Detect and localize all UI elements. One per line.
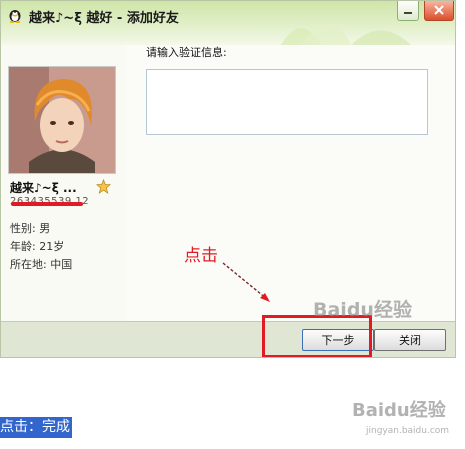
- title-bar: 越来♪~ξ 越好 - 添加好友: [1, 1, 455, 45]
- profile-age: 年龄: 21岁: [10, 240, 65, 253]
- watermark-url: jingyan.baidu.com: [366, 426, 450, 436]
- close-button[interactable]: 关闭: [374, 329, 446, 351]
- annotation-label: 点击: [184, 246, 218, 266]
- profile-nickname: 越来♪~ξ ...: [10, 181, 77, 195]
- star-icon: [96, 179, 111, 194]
- verification-prompt: 请输入验证信息:: [146, 46, 227, 59]
- redaction-underline: [11, 202, 83, 206]
- profile-location: 所在地: 中国: [10, 258, 73, 271]
- minimize-button[interactable]: [397, 1, 419, 21]
- close-window-button[interactable]: [424, 1, 454, 21]
- window-title: 越来♪~ξ 越好 - 添加好友: [29, 11, 179, 26]
- avatar: [8, 66, 116, 174]
- minimize-icon: [404, 12, 412, 14]
- qq-penguin-icon: [9, 10, 21, 23]
- watermark-brand-bottom: Baidu经验: [352, 400, 446, 421]
- step-caption: 点击：完成: [0, 417, 72, 438]
- watermark-brand: Baidu经验: [313, 299, 412, 321]
- verification-input[interactable]: [146, 69, 428, 135]
- profile-panel: 越来♪~ξ ... 263435539.12 性别: 男 年龄: 21岁 所在地…: [1, 45, 126, 321]
- close-icon: [434, 5, 444, 15]
- add-friend-dialog: 越来♪~ξ 越好 - 添加好友 越来♪~ξ ... 性别: 男 年龄: 21岁 …: [0, 0, 456, 358]
- profile-gender: 性别: 男: [10, 222, 51, 235]
